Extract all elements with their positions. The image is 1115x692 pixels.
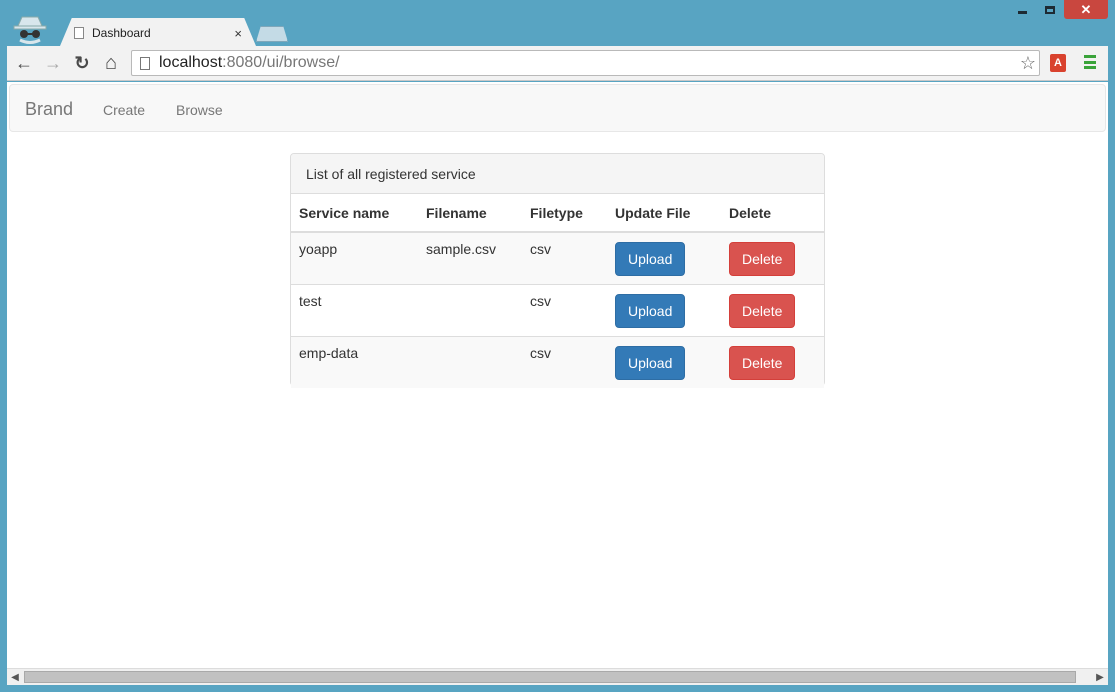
delete-button[interactable]: Delete xyxy=(729,242,796,276)
page-viewport: Brand Create Browse List of all register… xyxy=(7,82,1108,668)
incognito-icon xyxy=(13,16,47,44)
scroll-left-icon[interactable]: ◀ xyxy=(9,671,21,683)
services-panel: List of all registered service Service n… xyxy=(290,153,825,388)
cell-update: Upload xyxy=(607,232,721,285)
panel-heading: List of all registered service xyxy=(291,154,824,194)
nav-link-browse[interactable]: Browse xyxy=(176,102,223,118)
forward-button[interactable]: → xyxy=(42,52,64,74)
close-window-button[interactable]: ✕ xyxy=(1064,0,1108,19)
cell-filename: sample.csv xyxy=(418,232,522,285)
reload-icon: ↻ xyxy=(74,52,90,73)
table-row: yoapp sample.csv csv Upload Delete xyxy=(291,232,824,285)
bookmark-star-icon[interactable]: ☆ xyxy=(1020,53,1036,74)
cell-filetype: csv xyxy=(522,284,607,337)
home-button[interactable]: ⌂ xyxy=(100,52,122,74)
column-header-service-name: Service name xyxy=(291,194,418,233)
cell-delete: Delete xyxy=(721,284,824,337)
tab-dashboard[interactable]: Dashboard × xyxy=(68,20,250,46)
scroll-right-icon[interactable]: ▶ xyxy=(1094,671,1106,683)
home-icon: ⌂ xyxy=(104,51,118,74)
cell-filetype: csv xyxy=(522,232,607,285)
scrollbar-thumb[interactable] xyxy=(24,671,1076,683)
tab-close-icon[interactable]: × xyxy=(234,26,242,41)
reload-button[interactable]: ↻ xyxy=(71,52,93,74)
extension-icon[interactable]: A xyxy=(1050,54,1066,72)
cell-update: Upload xyxy=(607,336,721,388)
new-tab-button[interactable] xyxy=(256,26,288,42)
services-table: Service name Filename Filetype Update Fi… xyxy=(291,194,824,388)
delete-button[interactable]: Delete xyxy=(729,294,796,328)
column-header-delete: Delete xyxy=(721,194,824,233)
cell-filename xyxy=(418,284,522,337)
url-text: localhost:8080/ui/browse/ xyxy=(159,54,340,72)
cell-filetype: csv xyxy=(522,336,607,388)
cell-update: Upload xyxy=(607,284,721,337)
page-icon xyxy=(74,27,84,39)
cell-filename xyxy=(418,336,522,388)
table-row: emp-data csv Upload Delete xyxy=(291,336,824,388)
column-header-update-file: Update File xyxy=(607,194,721,233)
url-host: localhost xyxy=(159,54,223,71)
minimize-icon xyxy=(1017,11,1027,14)
browser-toolbar: ← → ↻ ⌂ localhost:8080/ui/browse/ ☆ A xyxy=(7,46,1108,81)
cell-service-name: yoapp xyxy=(291,232,418,285)
back-arrow-icon: ← xyxy=(15,52,33,73)
maximize-icon xyxy=(1045,5,1055,14)
delete-button[interactable]: Delete xyxy=(729,346,796,380)
maximize-button[interactable] xyxy=(1036,0,1064,19)
upload-button[interactable]: Upload xyxy=(615,242,686,276)
column-header-filename: Filename xyxy=(418,194,522,233)
forward-arrow-icon: → xyxy=(44,52,62,73)
cell-delete: Delete xyxy=(721,232,824,285)
table-header-row: Service name Filename Filetype Update Fi… xyxy=(291,194,824,233)
navbar-brand[interactable]: Brand xyxy=(25,99,73,120)
cell-delete: Delete xyxy=(721,336,824,388)
upload-button[interactable]: Upload xyxy=(615,294,686,328)
upload-button[interactable]: Upload xyxy=(615,346,686,380)
cell-service-name: emp-data xyxy=(291,336,418,388)
column-header-filetype: Filetype xyxy=(522,194,607,233)
browser-window: ✕ Dashboard × ← → ↻ ⌂ localhost:8080/ui/… xyxy=(0,0,1115,692)
page-icon xyxy=(140,56,150,70)
cell-service-name: test xyxy=(291,284,418,337)
address-bar[interactable]: localhost:8080/ui/browse/ ☆ xyxy=(131,50,1040,76)
window-controls: ✕ xyxy=(1008,0,1108,21)
close-icon: ✕ xyxy=(1080,1,1092,17)
table-row: test csv Upload Delete xyxy=(291,284,824,337)
url-path: :8080/ui/browse/ xyxy=(222,54,340,71)
horizontal-scrollbar[interactable]: ◀ ▶ xyxy=(7,668,1108,685)
browser-menu-icon[interactable] xyxy=(1084,55,1096,69)
minimize-button[interactable] xyxy=(1008,0,1036,19)
nav-link-create[interactable]: Create xyxy=(103,102,145,118)
tab-title: Dashboard xyxy=(92,26,151,40)
navbar: Brand Create Browse xyxy=(9,84,1106,132)
back-button[interactable]: ← xyxy=(13,52,35,74)
